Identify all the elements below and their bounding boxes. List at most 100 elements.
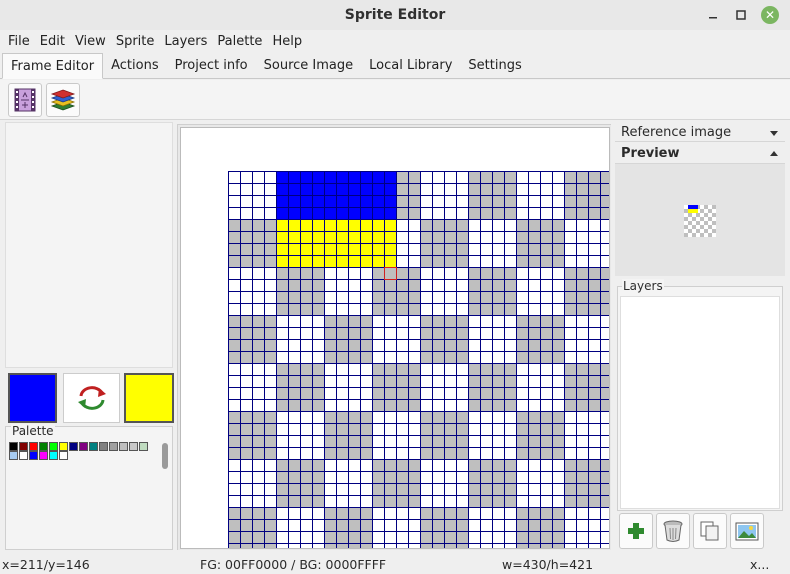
preview-checker [700, 217, 704, 221]
preview-checker [684, 225, 688, 229]
layers-list[interactable] [620, 296, 780, 509]
minimize-button[interactable] [703, 5, 723, 25]
menu-view[interactable]: View [70, 34, 111, 49]
preview-label: Preview [621, 146, 680, 161]
palette-color-cell[interactable] [79, 442, 88, 451]
menu-help[interactable]: Help [267, 34, 307, 49]
palette-color-cell[interactable] [19, 442, 28, 451]
color-swatches [8, 373, 174, 425]
palette-color-cell[interactable] [39, 451, 48, 460]
layers-stack-icon [50, 89, 76, 110]
preview-checker [700, 233, 704, 237]
preview-checker [712, 229, 716, 233]
swap-arrows-icon [77, 386, 106, 410]
menu-palette[interactable]: Palette [212, 34, 267, 49]
palette-color-cell[interactable] [119, 442, 128, 451]
palette-color-cell[interactable] [9, 442, 18, 451]
palette-scrollbar[interactable] [162, 443, 168, 469]
tab-actions[interactable]: Actions [103, 54, 167, 78]
add-layer-button[interactable] [619, 513, 653, 549]
frames-button[interactable] [8, 82, 42, 117]
menu-layers[interactable]: Layers [159, 34, 212, 49]
layer-image-button[interactable] [730, 513, 764, 549]
pixel-canvas[interactable] [228, 171, 610, 549]
palette-color-cell[interactable] [29, 451, 38, 460]
preview-checker [704, 221, 708, 225]
palette-row [9, 451, 159, 460]
palette-color-cell[interactable] [49, 451, 58, 460]
preview-checker [684, 209, 688, 213]
preview-blue [688, 205, 698, 209]
delete-layer-button[interactable] [656, 513, 690, 549]
duplicate-layer-button[interactable] [693, 513, 727, 549]
menu-file[interactable]: File [3, 34, 35, 49]
background-color-swatch[interactable] [124, 373, 174, 423]
palette-grid [9, 442, 159, 460]
layers-label: Layers [622, 279, 664, 293]
preview-checker [704, 229, 708, 233]
close-button[interactable]: ✕ [760, 5, 780, 25]
reference-image-header[interactable]: Reference image [615, 124, 785, 142]
foreground-color-swatch[interactable] [8, 373, 57, 423]
palette-color-cell[interactable] [69, 442, 78, 451]
close-icon: ✕ [761, 6, 779, 24]
palette-color-cell[interactable] [59, 442, 68, 451]
preview-checker [708, 209, 712, 213]
reference-image-label: Reference image [621, 125, 732, 140]
tab-frame-editor[interactable]: Frame Editor [2, 53, 104, 79]
toolbar [0, 80, 790, 120]
chevron-up-icon [770, 150, 778, 156]
palette-color-cell[interactable] [89, 442, 98, 451]
palette-color-cell[interactable] [129, 442, 138, 451]
right-panel: Reference image Preview Layers [615, 124, 785, 550]
status-size: w=430/h=421 [502, 557, 594, 572]
palette-color-cell[interactable] [49, 442, 58, 451]
delete-layer-icon [663, 520, 683, 542]
preview-checker [688, 213, 692, 217]
preview-checker [692, 233, 696, 237]
minimize-icon [709, 17, 717, 19]
preview-checker [712, 213, 716, 217]
preview-checker [700, 209, 704, 213]
layers-button[interactable] [46, 82, 80, 117]
tab-project-info[interactable]: Project info [167, 54, 256, 78]
swap-colors-button[interactable] [63, 373, 120, 423]
preview-checker [704, 213, 708, 217]
tab-source-image[interactable]: Source Image [256, 54, 362, 78]
status-coordinates: x=211/y=146 [2, 557, 90, 572]
palette-color-cell[interactable] [139, 442, 148, 451]
menu-edit[interactable]: Edit [35, 34, 70, 49]
canvas-scroll-area[interactable] [177, 124, 611, 550]
title-bar: Sprite Editor ✕ [0, 0, 790, 30]
palette-panel: Palette [5, 424, 173, 550]
palette-color-cell[interactable] [29, 442, 38, 451]
menu-sprite[interactable]: Sprite [111, 34, 160, 49]
layer-image-icon [735, 522, 759, 541]
maximize-button[interactable] [731, 5, 751, 25]
preview-checker [684, 217, 688, 221]
palette-color-cell[interactable] [9, 451, 18, 460]
palette-color-cell[interactable] [19, 451, 28, 460]
preview-checker [688, 221, 692, 225]
palette-color-cell[interactable] [39, 442, 48, 451]
palette-color-cell[interactable] [59, 451, 68, 460]
tool-options-area [5, 122, 173, 368]
preview-header[interactable]: Preview [615, 144, 785, 164]
palette-color-cell[interactable] [109, 442, 118, 451]
preview-checker [712, 221, 716, 225]
preview-checker [700, 225, 704, 229]
add-layer-icon [628, 523, 644, 539]
preview-checker [708, 233, 712, 237]
menu-bar: File Edit View Sprite Layers Palette Hel… [0, 30, 790, 52]
left-panel: Palette [5, 122, 174, 550]
preview-checker [696, 221, 700, 225]
layer-buttons [619, 513, 785, 551]
tab-settings[interactable]: Settings [460, 54, 529, 78]
preview-checker [712, 205, 716, 209]
preview-checker [704, 205, 708, 209]
palette-color-cell[interactable] [99, 442, 108, 451]
preview-checker [696, 229, 700, 233]
film-frames-icon [14, 88, 36, 111]
tab-local-library[interactable]: Local Library [361, 54, 460, 78]
status-extra: x... [750, 557, 770, 572]
